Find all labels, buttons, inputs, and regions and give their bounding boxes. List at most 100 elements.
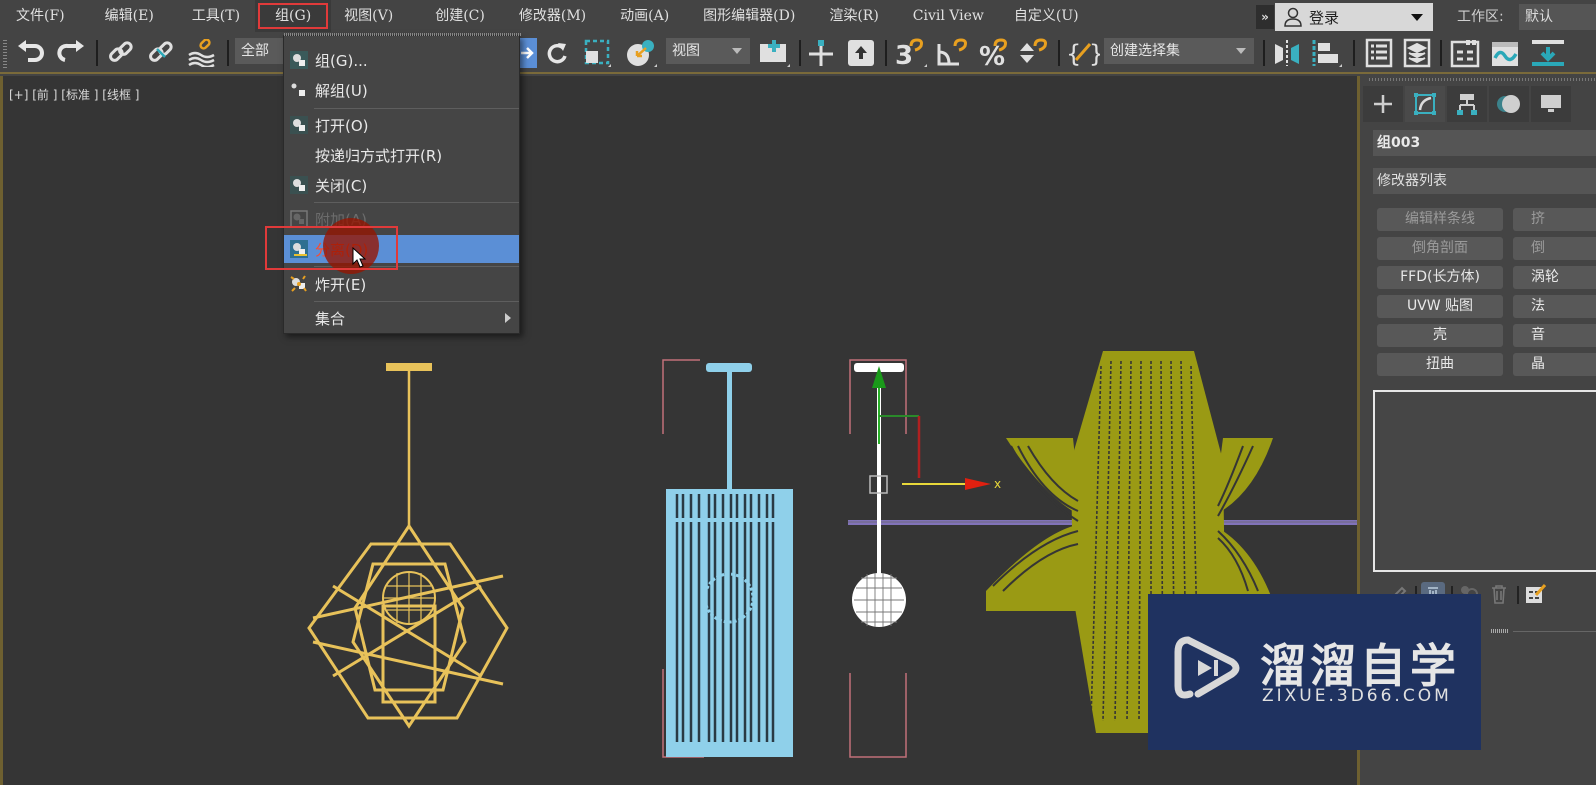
menu-animation[interactable]: 动画(A) — [607, 0, 682, 32]
redo-button[interactable] — [54, 36, 88, 70]
menu-item-explode[interactable]: 炸开(E) — [284, 270, 519, 298]
scene-explorer-button[interactable] — [1362, 36, 1396, 70]
menu-civil-view[interactable]: Civil View — [900, 0, 997, 32]
object-name-field[interactable]: 组003 — [1373, 130, 1596, 156]
menu-rendering[interactable]: 渲染(R) — [816, 0, 891, 32]
configure-sets-icon — [1526, 583, 1546, 603]
modifier-symmetry-button[interactable]: 音 — [1513, 324, 1596, 347]
bind-space-warp-button[interactable] — [184, 36, 220, 70]
tab-display[interactable] — [1531, 86, 1571, 122]
modifier-bevel-profile-button[interactable]: 倒角剖面 — [1377, 237, 1503, 260]
toolbar-grip[interactable] — [3, 40, 7, 68]
modifier-lattice-button[interactable]: 晶 — [1513, 353, 1596, 376]
named-selection-dropdown[interactable]: 创建选择集 — [1104, 38, 1254, 64]
menu-item-assembly[interactable]: 集合 — [284, 304, 519, 332]
snaps-toggle-button[interactable]: 3 — [892, 36, 928, 70]
mirror-button[interactable] — [1270, 36, 1304, 70]
group-menu-dropdown: 组(G)... 解组(U) 打开(O) 按递归方式打开(R) 关闭(C) 附加(… — [283, 33, 521, 334]
panel-grip[interactable] — [1369, 78, 1596, 81]
tab-modify[interactable] — [1405, 86, 1445, 122]
menu-edit[interactable]: 编辑(E) — [92, 0, 167, 32]
select-move-icon — [521, 47, 534, 59]
menu-file[interactable]: 文件(F) — [3, 0, 78, 32]
placement-button[interactable] — [622, 36, 660, 70]
percent-snap-icon: % — [979, 38, 1007, 68]
menu-item-close[interactable]: 关闭(C) — [284, 171, 519, 199]
menu-item-open[interactable]: 打开(O) — [284, 111, 519, 139]
user-icon — [1284, 7, 1302, 27]
modifier-shell-button[interactable]: 壳 — [1377, 324, 1503, 347]
menu-customize[interactable]: 自定义(U) — [1001, 0, 1092, 32]
menu-item-label: 关闭(C) — [315, 177, 368, 195]
keyboard-shortcut-override-button[interactable] — [844, 36, 878, 70]
transform-gizmo: x — [869, 366, 1001, 494]
menu-item-group[interactable]: 组(G)... — [284, 46, 519, 74]
menu-item-ungroup[interactable]: 解组(U) — [284, 76, 519, 104]
chevron-down-icon — [732, 48, 742, 54]
select-scale-button[interactable] — [580, 36, 614, 70]
modifier-twist-button[interactable]: 扭曲 — [1377, 353, 1503, 376]
undo-button[interactable] — [14, 36, 48, 70]
curve-editor-button[interactable] — [1488, 36, 1522, 70]
menu-views[interactable]: 视图(V) — [331, 0, 406, 32]
panel-splitter-grip[interactable] — [1491, 629, 1509, 633]
hierarchy-icon — [1457, 94, 1477, 115]
login-dropdown[interactable]: 登录 — [1275, 3, 1433, 31]
menu-graph-editors[interactable]: 图形编辑器(D) — [690, 0, 808, 32]
placement-icon — [627, 40, 657, 67]
mouse-cursor-icon — [352, 247, 367, 268]
modifier-stack-list[interactable] — [1373, 390, 1596, 572]
curve-editor-icon — [1492, 42, 1518, 66]
angle-snap-icon — [937, 38, 967, 66]
modifier-list-dropdown[interactable]: 修改器列表 — [1373, 168, 1596, 194]
spinner-snap-button[interactable] — [1016, 36, 1050, 70]
selection-filter-dropdown[interactable]: 全部 — [235, 38, 283, 64]
remove-modifier-button[interactable] — [1487, 582, 1511, 606]
menu-item-label: 炸开(E) — [315, 276, 367, 294]
manipulate-button[interactable] — [804, 36, 838, 70]
open-group-icon — [290, 116, 308, 134]
layer-explorer-icon — [1403, 38, 1431, 68]
schematic-view-button[interactable] — [1528, 36, 1568, 70]
use-pivot-button[interactable] — [756, 36, 792, 70]
select-scale-icon — [584, 39, 611, 67]
modifier-edit-spline-button[interactable]: 编辑样条线 — [1377, 208, 1503, 231]
configure-modifier-sets-button[interactable] — [1523, 582, 1547, 606]
layer-explorer-button[interactable] — [1400, 36, 1434, 70]
tab-hierarchy[interactable] — [1447, 86, 1487, 122]
modifier-normal-button[interactable]: 法 — [1513, 295, 1596, 318]
gizmo-x-label: x — [994, 477, 1001, 491]
workspace-dropdown[interactable]: 默认 — [1519, 4, 1596, 30]
select-move-button[interactable] — [517, 38, 537, 68]
edit-named-selection-button[interactable]: { } — [1064, 36, 1102, 70]
modifier-extrude-button[interactable]: 挤 — [1513, 208, 1596, 231]
tab-create[interactable] — [1363, 86, 1403, 122]
align-button[interactable] — [1308, 36, 1344, 70]
menu-tools[interactable]: 工具(T) — [179, 0, 253, 32]
scene-explorer-icon — [1365, 38, 1393, 68]
link-button[interactable] — [104, 36, 138, 70]
percent-snap-button[interactable]: % — [976, 36, 1012, 70]
modifier-turbosmooth-button[interactable]: 涡轮 — [1513, 266, 1596, 289]
toggle-ribbon-button[interactable] — [1448, 36, 1482, 70]
menu-group[interactable]: 组(G) — [255, 0, 332, 32]
group-icon — [290, 51, 308, 69]
tab-motion[interactable] — [1489, 86, 1529, 122]
modifier-ffd-box-button[interactable]: FFD(长方体) — [1377, 266, 1503, 289]
modifier-bevel-button[interactable]: 倒 — [1513, 237, 1596, 260]
schematic-view-icon — [1532, 40, 1564, 66]
play-logo-icon — [1174, 636, 1240, 699]
bind-space-warp-icon — [188, 39, 215, 67]
explode-icon — [290, 275, 307, 292]
menu-modifiers[interactable]: 修改器(M) — [506, 0, 599, 32]
unlink-icon — [149, 41, 173, 62]
menu-overflow-button[interactable]: » — [1256, 5, 1274, 29]
unlink-button[interactable] — [144, 36, 178, 70]
reference-coordinate-dropdown[interactable]: 视图 — [666, 38, 750, 64]
watermark-banner: 溜溜自学 ZIXUE.3D66.COM — [1148, 594, 1481, 750]
modifier-uvw-map-button[interactable]: UVW 贴图 — [1377, 295, 1503, 318]
menu-create[interactable]: 创建(C) — [422, 0, 498, 32]
menu-item-open-recursively[interactable]: 按递归方式打开(R) — [284, 141, 519, 169]
angle-snap-button[interactable] — [934, 36, 970, 70]
select-rotate-button[interactable] — [542, 36, 572, 70]
